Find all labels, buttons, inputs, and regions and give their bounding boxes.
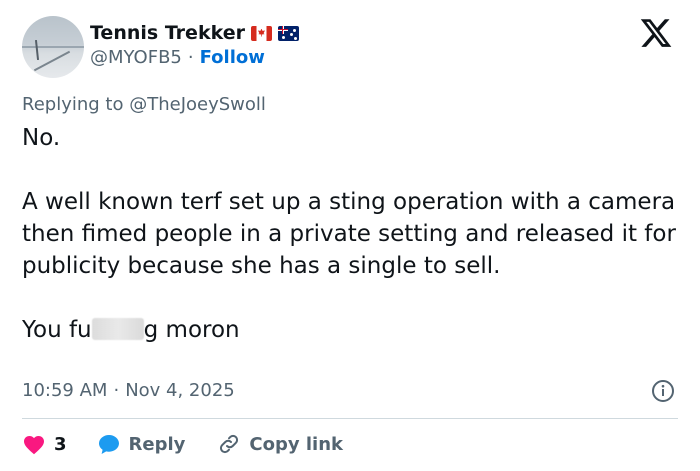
canada-flag-icon [250, 25, 272, 41]
tweet-line-1: No. [22, 125, 61, 151]
tweet-text: No. A well known terf set up a sting oper… [22, 122, 682, 346]
meta-separator: · [113, 380, 120, 401]
copy-link-button[interactable]: Copy link [217, 432, 343, 456]
reply-button[interactable]: Reply [97, 433, 186, 455]
avatar-horizon [22, 46, 84, 48]
author-name-row: Tennis Trekker [90, 22, 299, 44]
info-icon[interactable] [651, 379, 675, 403]
tweet-card: Tennis Trekker @MYOFB5 · Follow Replying… [0, 0, 700, 471]
avatar[interactable] [22, 16, 84, 78]
like-button[interactable]: 3 [22, 433, 67, 455]
tweet-line-3: You fu g moron [22, 314, 682, 346]
tweet-line-3-start: You fu [22, 317, 92, 343]
author-handle-row: @MYOFB5 · Follow [90, 47, 265, 68]
replying-prefix: Replying to [22, 94, 124, 115]
heart-icon [24, 436, 44, 455]
replying-to: Replying to @TheJoeySwoll [22, 94, 266, 115]
censor-blur [91, 318, 144, 340]
like-count: 3 [54, 433, 67, 455]
avatar-fence [33, 50, 71, 72]
australia-flag-icon [277, 25, 299, 41]
link-icon [220, 434, 239, 454]
follow-button[interactable]: Follow [200, 47, 265, 68]
author-handle[interactable]: @MYOFB5 [90, 47, 182, 68]
tweet-time: 10:59 AM [22, 380, 108, 401]
tweet-paragraph-2: A well known terf set up a sting operati… [22, 189, 684, 279]
x-logo-icon[interactable] [638, 16, 674, 50]
tweet-timestamp[interactable]: 10:59 AM · Nov 4, 2025 [22, 380, 235, 401]
reply-mention-link[interactable]: @TheJoeySwoll [129, 94, 266, 115]
copy-link-label: Copy link [249, 433, 343, 455]
reply-bubble-icon [98, 435, 119, 454]
handle-separator: · [187, 47, 194, 68]
action-bar: 3 Reply Copy link [22, 430, 343, 458]
avatar-post [34, 39, 40, 61]
author-display-name[interactable]: Tennis Trekker [90, 22, 245, 44]
tweet-date: Nov 4, 2025 [125, 380, 235, 401]
tweet-line-3-end: g moron [143, 317, 240, 343]
reply-label: Reply [128, 433, 186, 455]
divider [22, 418, 678, 419]
